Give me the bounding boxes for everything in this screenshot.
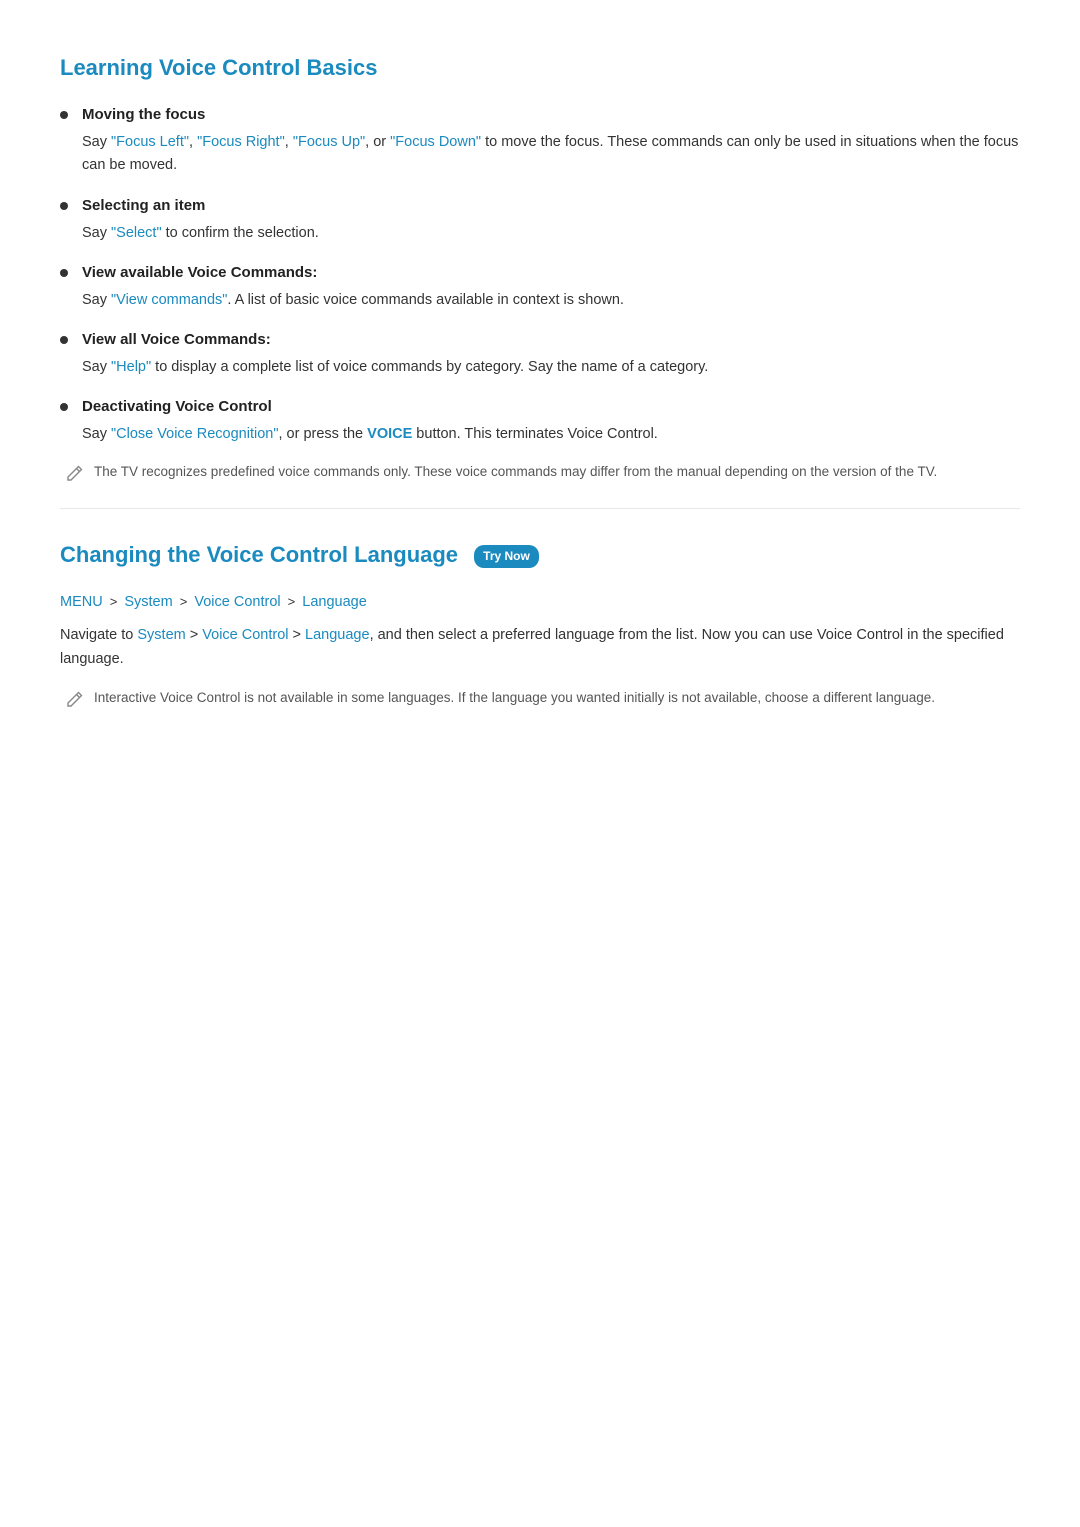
breadcrumb-sep-2: >: [180, 594, 188, 609]
bullet-content-2: Selecting an item Say "Select" to confir…: [82, 194, 1020, 245]
section1-note-text: The TV recognizes predefined voice comma…: [94, 462, 937, 483]
bullet-content-4: View all Voice Commands: Say "Help" to d…: [82, 328, 1020, 379]
pencil-icon-2: [64, 690, 84, 710]
section2-title: Changing the Voice Control Language Try …: [60, 537, 1020, 572]
bullet-selecting-item: Selecting an item Say "Select" to confir…: [60, 194, 1020, 245]
nav-sep-1: >: [190, 627, 203, 643]
bullet-dot-5: [60, 403, 68, 411]
breadcrumb: MENU > System > Voice Control > Language: [60, 591, 1020, 614]
bullet-view-available: View available Voice Commands: Say "View…: [60, 261, 1020, 312]
cmd-focus-right: "Focus Right": [197, 134, 285, 150]
nav-language: Language: [305, 627, 370, 643]
nav-voice-control: Voice Control: [202, 627, 288, 643]
breadcrumb-sep-1: >: [110, 594, 118, 609]
bullet-label-2: Selecting an item: [82, 194, 1020, 218]
bullet-desc-5: Say "Close Voice Recognition", or press …: [82, 423, 1020, 446]
pencil-icon: [64, 464, 84, 484]
bullet-label-5: Deactivating Voice Control: [82, 395, 1020, 419]
section-changing-language: Changing the Voice Control Language Try …: [60, 537, 1020, 709]
bullet-desc-3: Say "View commands". A list of basic voi…: [82, 289, 1020, 312]
breadcrumb-sep-3: >: [288, 594, 296, 609]
cmd-help: "Help": [111, 359, 151, 375]
breadcrumb-voice-control: Voice Control: [194, 594, 280, 610]
basics-bullet-list: Moving the focus Say "Focus Left", "Focu…: [60, 103, 1020, 446]
breadcrumb-menu: MENU: [60, 594, 103, 610]
bullet-content-3: View available Voice Commands: Say "View…: [82, 261, 1020, 312]
bullet-desc-2: Say "Select" to confirm the selection.: [82, 222, 1020, 245]
bullet-deactivate: Deactivating Voice Control Say "Close Vo…: [60, 395, 1020, 446]
section1-title: Learning Voice Control Basics: [60, 50, 1020, 85]
bullet-label-1: Moving the focus: [82, 103, 1020, 127]
bullet-desc-4: Say "Help" to display a complete list of…: [82, 356, 1020, 379]
bullet-view-all: View all Voice Commands: Say "Help" to d…: [60, 328, 1020, 379]
section2-note-text: Interactive Voice Control is not availab…: [94, 688, 935, 709]
cmd-focus-up: "Focus Up": [293, 134, 365, 150]
bullet-dot-4: [60, 336, 68, 344]
bullet-dot-1: [60, 111, 68, 119]
bullet-dot-3: [60, 269, 68, 277]
breadcrumb-system: System: [124, 594, 172, 610]
section2-nav-text: Navigate to System > Voice Control > Lan…: [60, 624, 1020, 672]
section-divider: [60, 508, 1020, 509]
section2-note-block: Interactive Voice Control is not availab…: [60, 688, 1020, 710]
cmd-view-commands: "View commands": [111, 292, 227, 308]
section1-note-block: The TV recognizes predefined voice comma…: [60, 462, 1020, 484]
cmd-select: "Select": [111, 225, 162, 241]
breadcrumb-language: Language: [302, 594, 367, 610]
section-learning-basics: Learning Voice Control Basics Moving the…: [60, 50, 1020, 484]
voice-button-label: VOICE: [367, 426, 412, 442]
cmd-focus-left: "Focus Left": [111, 134, 189, 150]
bullet-desc-1: Say "Focus Left", "Focus Right", "Focus …: [82, 131, 1020, 177]
bullet-content-5: Deactivating Voice Control Say "Close Vo…: [82, 395, 1020, 446]
nav-system: System: [137, 627, 185, 643]
cmd-close-voice: "Close Voice Recognition": [111, 426, 278, 442]
cmd-focus-down: "Focus Down": [390, 134, 481, 150]
bullet-moving-focus: Moving the focus Say "Focus Left", "Focu…: [60, 103, 1020, 177]
try-now-badge[interactable]: Try Now: [474, 545, 539, 568]
bullet-content-1: Moving the focus Say "Focus Left", "Focu…: [82, 103, 1020, 177]
bullet-dot-2: [60, 202, 68, 210]
nav-sep-2: >: [293, 627, 306, 643]
bullet-label-4: View all Voice Commands:: [82, 328, 1020, 352]
bullet-label-3: View available Voice Commands:: [82, 261, 1020, 285]
